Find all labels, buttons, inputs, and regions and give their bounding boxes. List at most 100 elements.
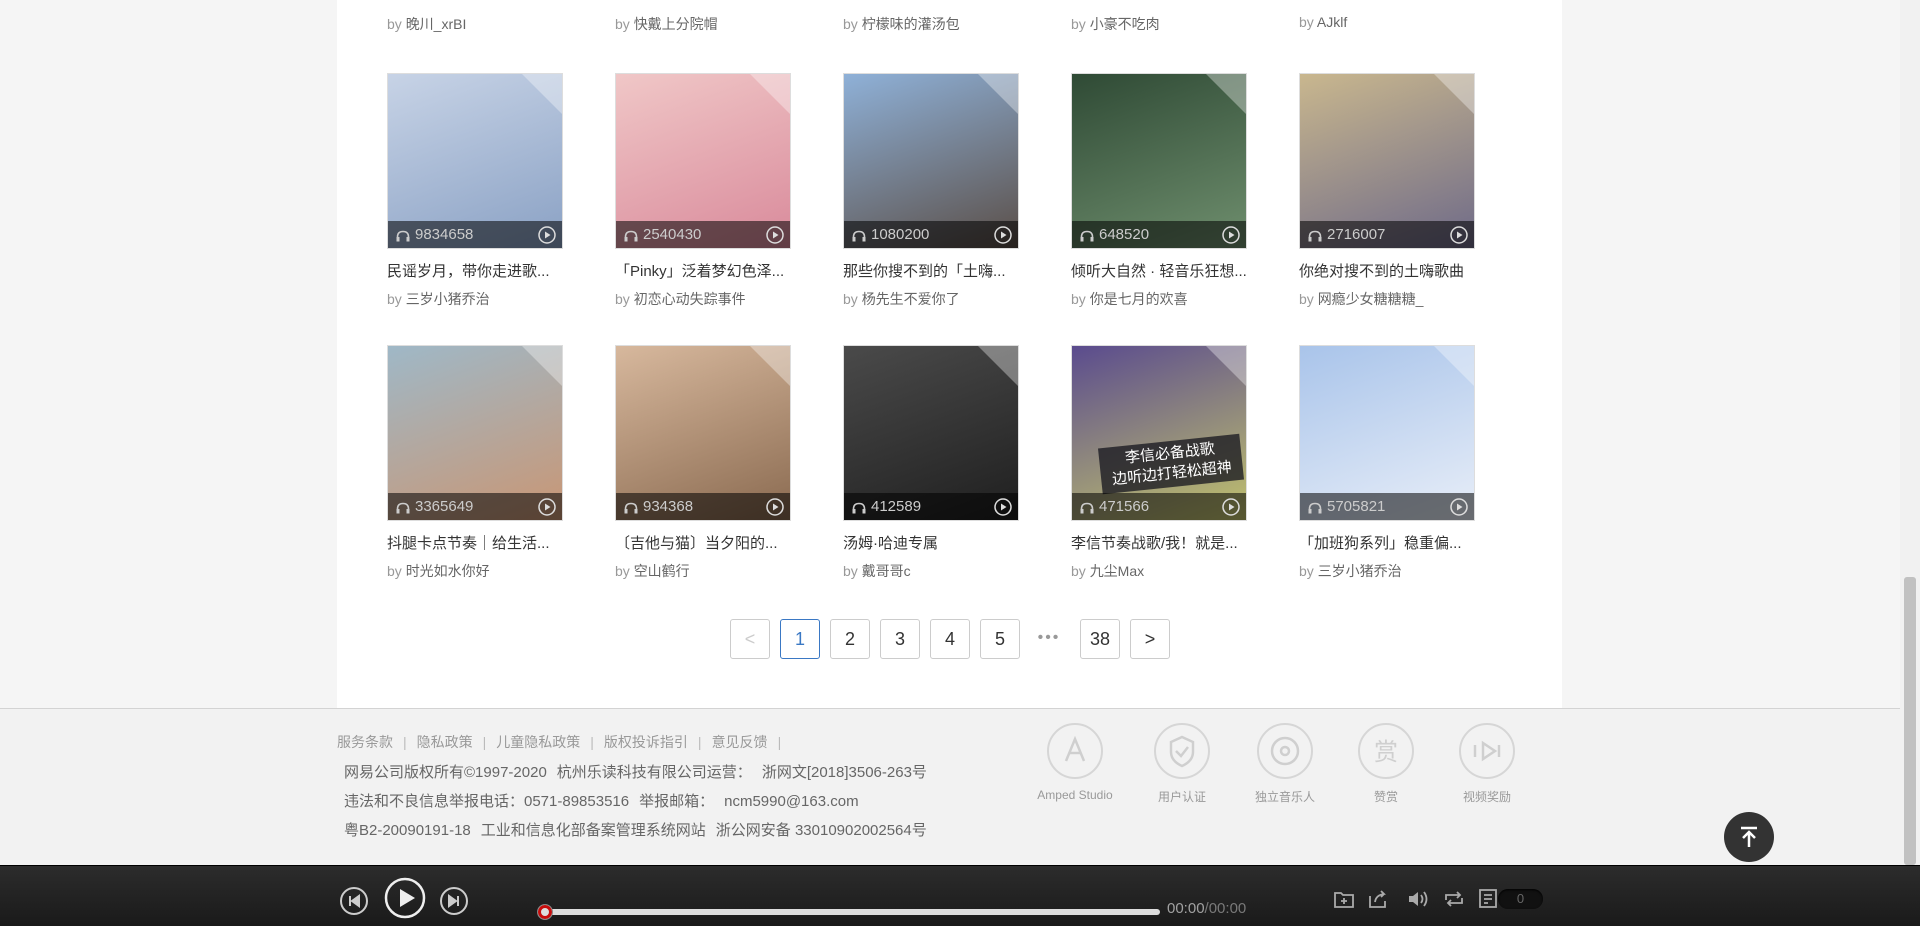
playlist-cover[interactable]: 2540430 xyxy=(615,73,791,249)
user-verify-badge[interactable]: 用户认证 xyxy=(1132,723,1232,805)
playlist-title[interactable]: 「加班狗系列」稳重偏... xyxy=(1299,532,1475,553)
playlist-card[interactable]: 5705821 「加班狗系列」稳重偏... by 三岁小猪乔治 xyxy=(1299,345,1475,581)
playlist-author[interactable]: 三岁小猪乔治 xyxy=(406,291,490,307)
author-link[interactable]: 柠檬味的灌汤包 xyxy=(862,16,960,32)
play-circle-icon[interactable] xyxy=(1450,226,1468,244)
footer-link-feedback[interactable]: 意见反馈 xyxy=(712,734,768,750)
author-link[interactable]: 小豪不吃肉 xyxy=(1090,16,1160,32)
footer-separator: | xyxy=(697,734,702,750)
footer-link-copyright[interactable]: 版权投诉指引 xyxy=(604,734,688,750)
play-circle-icon[interactable] xyxy=(766,226,784,244)
loop-mode-button[interactable] xyxy=(1442,888,1466,915)
license-link[interactable]: 浙网文[2018]3506-263号 xyxy=(762,764,927,781)
playlist-title[interactable]: 〔吉他与猫〕当夕阳的... xyxy=(615,532,791,553)
playlist-cover[interactable]: 412589 xyxy=(843,345,1019,521)
playlist-author-line: by 网瘾少女糖糖糖_ xyxy=(1299,289,1475,309)
police-record-link[interactable]: 浙公网安备 33010902002564号 xyxy=(716,822,927,839)
playlist-cover[interactable]: 1080200 xyxy=(843,73,1019,249)
by-label: by xyxy=(1071,291,1086,307)
play-circle-icon[interactable] xyxy=(538,498,556,516)
playlist-cover[interactable]: 5705821 xyxy=(1299,345,1475,521)
prev-page-button[interactable]: < xyxy=(730,619,770,659)
play-circle-icon[interactable] xyxy=(766,498,784,516)
playlist-card[interactable]: 412589 汤姆·哈迪专属 by 戴哥哥c xyxy=(843,345,1019,581)
user-verify-icon xyxy=(1154,723,1210,779)
playlist-author[interactable]: 三岁小猪乔治 xyxy=(1318,563,1402,579)
playlist-author[interactable]: 你是七月的欢喜 xyxy=(1090,291,1188,307)
playlist-author[interactable]: 空山鹤行 xyxy=(634,563,690,579)
playlist-card[interactable]: 3365649 抖腿卡点节奏｜给生活... by 时光如水你好 xyxy=(387,345,563,581)
playlist-cover[interactable]: 934368 xyxy=(615,345,791,521)
playlist-title[interactable]: 那些你搜不到的「土嗨... xyxy=(843,260,1019,281)
author-link[interactable]: 晚川_xrBI xyxy=(406,16,467,32)
playlist-title[interactable]: 抖腿卡点节奏｜给生活... xyxy=(387,532,563,553)
volume-button[interactable] xyxy=(1407,888,1431,915)
back-to-top-button[interactable] xyxy=(1724,812,1774,862)
share-button[interactable] xyxy=(1367,888,1389,915)
playlist-card[interactable]: 2716007 你绝对搜不到的土嗨歌曲 by 网瘾少女糖糖糖_ xyxy=(1299,73,1475,309)
playlist-author[interactable]: 杨先生不爱你了 xyxy=(862,291,960,307)
play-circle-icon[interactable] xyxy=(994,226,1012,244)
previous-track-button[interactable] xyxy=(339,886,369,921)
playlist-author[interactable]: 戴哥哥c xyxy=(862,563,911,579)
indie-musician-badge[interactable]: 独立音乐人 xyxy=(1235,723,1335,805)
playlist-card[interactable]: 2540430 「Pinky」泛着梦幻色泽... by 初恋心动失踪事件 xyxy=(615,73,791,309)
play-circle-icon[interactable] xyxy=(538,226,556,244)
progress-bar[interactable] xyxy=(537,904,1160,920)
playlist-count[interactable]: 0 xyxy=(1498,889,1543,909)
appreciate-badge[interactable]: 赏 赞赏 xyxy=(1336,723,1436,805)
play-circle-icon[interactable] xyxy=(1450,498,1468,516)
icp-number[interactable]: 粤B2-20090191-18 xyxy=(344,822,471,839)
playlist-author[interactable]: 初恋心动失踪事件 xyxy=(634,291,746,307)
page-4-button[interactable]: 4 xyxy=(930,619,970,659)
playlist-card[interactable]: 1080200 那些你搜不到的「土嗨... by 杨先生不爱你了 xyxy=(843,73,1019,309)
playlist-author-line: by 杨先生不爱你了 xyxy=(843,289,1019,309)
playlist-cover[interactable]: 9834658 xyxy=(387,73,563,249)
play-circle-icon[interactable] xyxy=(994,498,1012,516)
video-reward-badge[interactable]: 视频奖励 xyxy=(1437,723,1537,805)
play-button[interactable] xyxy=(384,877,426,924)
footer-link-terms[interactable]: 服务条款 xyxy=(337,734,393,750)
footer-link-child-privacy[interactable]: 儿童隐私政策 xyxy=(496,734,580,750)
playlist-title[interactable]: 你绝对搜不到的土嗨歌曲 xyxy=(1299,260,1475,281)
page-2-button[interactable]: 2 xyxy=(830,619,870,659)
page-last-button[interactable]: 38 xyxy=(1080,619,1120,659)
cover-sheen xyxy=(1434,74,1474,114)
play-circle-icon[interactable] xyxy=(1222,498,1240,516)
by-label: by xyxy=(387,563,402,579)
playlist-title[interactable]: 民谣岁月，带你走进歌... xyxy=(387,260,563,281)
page-3-button[interactable]: 3 xyxy=(880,619,920,659)
next-page-button[interactable]: > xyxy=(1130,619,1170,659)
author-link[interactable]: AJklf xyxy=(1317,14,1347,30)
amped-studio-badge[interactable]: Amped Studio xyxy=(1025,723,1125,802)
author-line: by AJklf xyxy=(1299,14,1348,30)
page-1-button[interactable]: 1 xyxy=(780,619,820,659)
playlist-cover[interactable]: 2716007 xyxy=(1299,73,1475,249)
scrollbar-thumb[interactable] xyxy=(1904,577,1916,865)
playlist-cover[interactable]: 3365649 xyxy=(387,345,563,521)
playlist-cover[interactable]: 648520 xyxy=(1071,73,1247,249)
next-track-button[interactable] xyxy=(439,886,469,921)
playlist-title[interactable]: 「Pinky」泛着梦幻色泽... xyxy=(615,260,791,281)
collect-button[interactable] xyxy=(1333,888,1355,915)
playlist-cover[interactable]: 李信必备战歌 边听边打轻松超神 471566 xyxy=(1071,345,1247,521)
report-email-link[interactable]: ncm5990@163.com xyxy=(724,793,858,810)
progress-knob[interactable] xyxy=(537,904,553,920)
miit-link[interactable]: 工业和信息化部备案管理系统网站 xyxy=(481,822,706,839)
playlist-card[interactable]: 648520 倾听大自然 · 轻音乐狂想... by 你是七月的欢喜 xyxy=(1071,73,1247,309)
playlist-card[interactable]: 李信必备战歌 边听边打轻松超神 471566 李信节奏战歌/我！就是... by … xyxy=(1071,345,1247,581)
playlist-author[interactable]: 九尘Max xyxy=(1090,563,1144,579)
playlist-card[interactable]: 934368 〔吉他与猫〕当夕阳的... by 空山鹤行 xyxy=(615,345,791,581)
playlist-title[interactable]: 汤姆·哈迪专属 xyxy=(843,532,1019,553)
playlist-author[interactable]: 时光如水你好 xyxy=(406,563,490,579)
playlist-author[interactable]: 网瘾少女糖糖糖_ xyxy=(1318,291,1424,307)
playlist-card[interactable]: 9834658 民谣岁月，带你走进歌... by 三岁小猪乔治 xyxy=(387,73,563,309)
footer-link-privacy[interactable]: 隐私政策 xyxy=(417,734,473,750)
playlist-author-line: by 你是七月的欢喜 xyxy=(1071,289,1247,309)
author-link[interactable]: 快戴上分院帽 xyxy=(634,16,718,32)
play-circle-icon[interactable] xyxy=(1222,226,1240,244)
page-5-button[interactable]: 5 xyxy=(980,619,1020,659)
playlist-title[interactable]: 倾听大自然 · 轻音乐狂想... xyxy=(1071,260,1247,281)
author-line: by 晚川_xrBI xyxy=(387,16,467,32)
playlist-title[interactable]: 李信节奏战歌/我！就是... xyxy=(1071,532,1247,553)
